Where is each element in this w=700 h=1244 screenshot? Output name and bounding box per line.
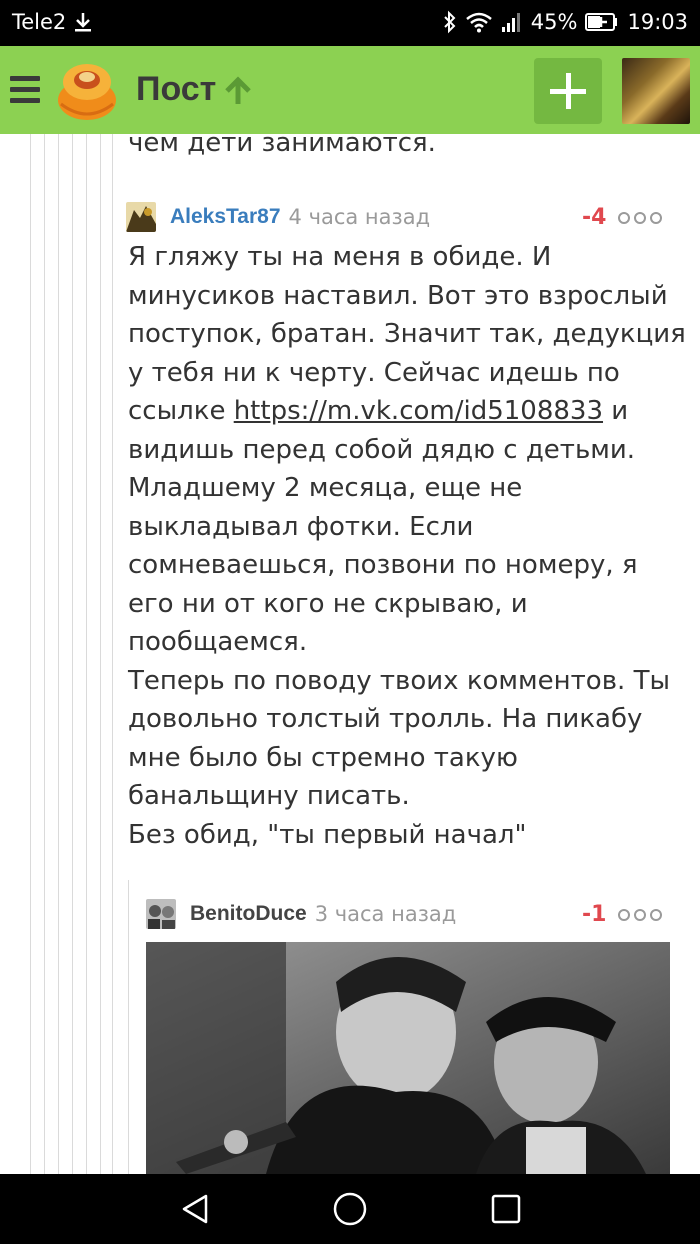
more-options-icon[interactable]: [618, 909, 662, 921]
comment-text-line: минусиков наставил. Вот это взрослый: [128, 280, 668, 311]
comment-text-line: ссылке https://m.vk.com/id5108833 и: [128, 396, 629, 426]
comment-image[interactable]: [146, 942, 670, 1174]
comment-rating: -1: [582, 902, 607, 927]
avatar[interactable]: [126, 202, 156, 232]
download-icon: [75, 13, 91, 32]
arrow-up-icon[interactable]: [224, 76, 252, 106]
comment-text-line: Я гляжу ты на меня в обиде. И: [128, 242, 552, 272]
battery-percent: 45%: [530, 10, 578, 34]
pikabu-logo[interactable]: [55, 60, 119, 122]
recent-apps-icon[interactable]: [490, 1193, 522, 1225]
previous-comment-fragment: чем дети занимаются.: [128, 128, 436, 158]
thread-line: [112, 134, 113, 1174]
page-title: Пост: [136, 70, 217, 108]
menu-icon[interactable]: [10, 76, 40, 104]
comment-text-line: Теперь по поводу твоих комментов. Ты: [128, 665, 670, 696]
comment-author[interactable]: BenitoDuce: [190, 902, 307, 926]
thread-line: [100, 134, 101, 1174]
user-avatar[interactable]: [622, 58, 690, 124]
comment-text-line: пообщаемся.: [128, 627, 308, 657]
comment-text-line: поступок, братан. Значит так, дедукция: [128, 319, 686, 349]
avatar[interactable]: [146, 899, 176, 929]
carrier-label: Tele2: [12, 10, 67, 34]
app-header: Пост: [0, 46, 700, 134]
comment-text-line: Без обид, "ты первый начал": [128, 819, 527, 850]
system-nav-bar: [0, 1174, 700, 1244]
thread-line: [44, 134, 45, 1174]
comment-time: 4 часа назад: [288, 205, 431, 229]
comment-author[interactable]: AleksTar87: [170, 205, 281, 229]
comment-body: Я гляжу ты на меня в обиде. И минусиков …: [128, 238, 688, 854]
comment-text-line: Младшему 2 месяца, еще не: [128, 473, 523, 503]
thread-line: [72, 134, 73, 1174]
clock: 19:03: [627, 10, 688, 34]
add-post-button[interactable]: [534, 58, 602, 124]
comment-text-line: мне было бы стремно такую: [128, 742, 518, 773]
vk-profile-link[interactable]: https://m.vk.com/id5108833: [234, 396, 603, 426]
thread-line: [58, 134, 59, 1174]
home-icon[interactable]: [332, 1191, 368, 1227]
comment-header: AleksTar87 4 часа назад: [126, 202, 430, 232]
comment-text-line: у тебя ни к черту. Сейчас идешь по: [128, 357, 620, 388]
thread-line: [86, 134, 87, 1174]
back-icon[interactable]: [178, 1192, 212, 1226]
battery-icon: [585, 13, 618, 31]
bluetooth-icon: [444, 10, 456, 34]
more-options-icon[interactable]: [618, 212, 662, 224]
comment-text-line: банальщину писать.: [128, 781, 410, 811]
comment-rating: -4: [582, 205, 607, 230]
status-bar: Tele2 45% 19:03: [0, 0, 700, 46]
comment-text-line: довольно толстый тролль. На пикабу: [128, 704, 643, 734]
thread-line: [128, 880, 129, 1174]
comment-text-line: его ни от кого не скрываю, и: [128, 588, 528, 619]
comment-header: BenitoDuce 3 часа назад: [146, 899, 456, 929]
comment-text-line: видишь перед собой дядю с детьми.: [128, 434, 636, 465]
thread-line: [30, 134, 31, 1174]
wifi-icon: [465, 12, 492, 33]
comment-text-line: сомневаешься, позвони по номеру, я: [128, 550, 638, 580]
signal-icon: [501, 13, 520, 32]
comment-text-line: выкладывал фотки. Если: [128, 511, 474, 542]
comment-time: 3 часа назад: [314, 902, 457, 926]
